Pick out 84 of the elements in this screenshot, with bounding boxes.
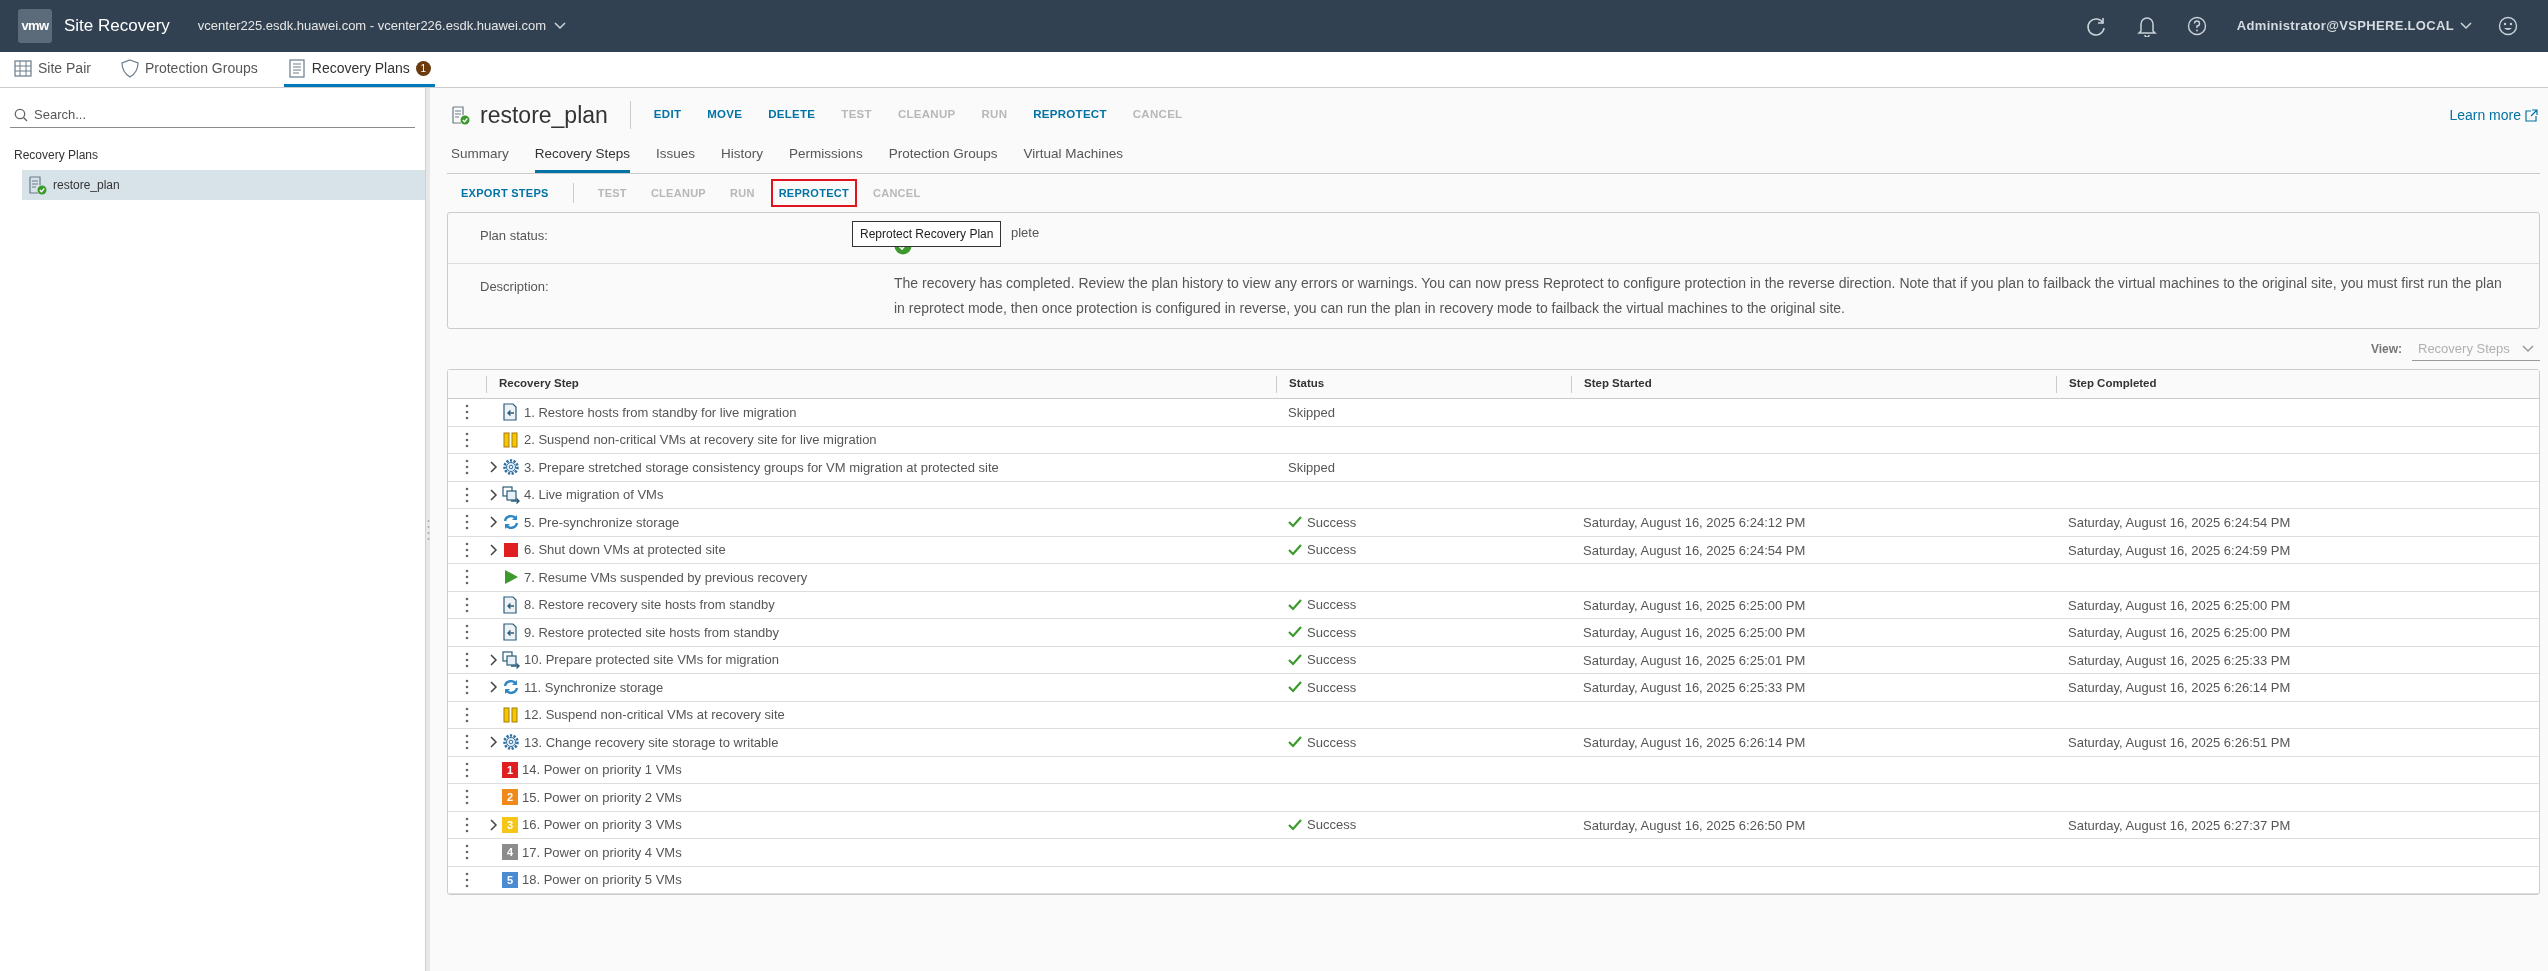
step-name: 11. Synchronize storage [524,678,664,697]
step-name: 4. Live migration of VMs [524,486,664,504]
priority-badge: 1 [502,761,518,778]
table-cell: Saturday, August 16, 2025 6:27:37 PM [2068,817,2291,833]
nav-tab[interactable]: Protection Groups [116,53,262,87]
tooltip: Reprotect Recovery Plan [852,221,1002,247]
step-name: 2. Suspend non-critical VMs at recovery site for live migration [524,431,877,449]
sub-tab[interactable]: Permissions [789,143,863,173]
status-text: Success [1307,678,1357,697]
step-name: 16. Power on priority 3 VMs [522,816,682,834]
count-badge: 1 [415,61,431,76]
tree-item[interactable]: restore_plan [22,170,425,200]
sub-tab[interactable]: Recovery Steps [534,143,631,173]
table-cell: Saturday, August 16, 2025 6:25:33 PM [2068,652,2291,668]
status-text: Success [1307,541,1357,559]
step-name: 13. Change recovery site storage to writable [524,733,779,752]
step-name: 6. Shut down VMs at protected site [524,541,726,559]
status-text: Skipped [1288,458,1335,477]
step-name: 18. Power on priority 5 VMs [522,871,682,889]
priority-badge: 5 [502,871,518,888]
status-text: Success [1307,651,1357,669]
sub-tab[interactable]: Summary [451,143,509,173]
status-text: Success [1307,623,1357,642]
step-name: 8. Restore recovery site hosts from standby [524,596,775,614]
table-cell: Saturday, August 16, 2025 6:26:50 PM [1583,817,1806,833]
action-button[interactable]: REPROTECT [1020,106,1120,124]
table-cell: Saturday, August 16, 2025 6:24:54 PM [1583,542,1806,558]
status-text: Success [1307,596,1357,614]
step-name: 5. Pre-synchronize storage [524,513,680,532]
table-cell: Saturday, August 16, 2025 6:24:54 PM [2068,515,2291,531]
step-name: 7. Resume VMs suspended by previous recovery [524,568,808,587]
action-button[interactable]: MOVE [694,106,756,124]
table-cell: Saturday, August 16, 2025 6:25:00 PM [2068,625,2291,641]
table-cell: Saturday, August 16, 2025 6:25:33 PM [1583,680,1806,696]
table-cell: Saturday, August 16, 2025 6:25:00 PM [1583,625,1806,641]
table-cell: Saturday, August 16, 2025 6:25:00 PM [2068,597,2291,613]
column-header[interactable]: Step Completed [2056,375,2539,393]
toolbar-button[interactable]: EXPORT STEPS [453,179,557,207]
sub-tab[interactable]: Protection Groups [888,143,998,173]
toolbar-button[interactable]: REPROTECT [770,179,857,207]
table-cell: Saturday, August 16, 2025 6:24:59 PM [2068,542,2291,558]
priority-badge: 3 [502,816,518,833]
priority-badge: 2 [502,789,518,806]
section-label: Recovery Plans [14,147,100,164]
search-field[interactable]: Search... [10,102,415,128]
step-name: 14. Power on priority 1 VMs [522,761,682,779]
status-text: Success [1307,816,1357,834]
action-button[interactable]: EDIT [640,106,695,124]
sub-tab[interactable]: History [721,143,764,173]
app-title: Site Recovery [64,15,170,38]
action-button[interactable]: DELETE [755,106,829,124]
table-cell: Saturday, August 16, 2025 6:26:51 PM [2068,735,2291,751]
step-name: 17. Power on priority 4 VMs [522,843,682,862]
table-cell: Saturday, August 16, 2025 6:25:01 PM [1583,652,1806,668]
user-menu[interactable]: Administrator@VSPHERE.LOCAL [2236,16,2472,36]
step-name: 15. Power on priority 2 VMs [522,788,682,807]
view-label: View: [2370,341,2402,358]
column-header[interactable]: Status [1276,375,1571,393]
logo: vmw [18,9,52,43]
step-name: 3. Prepare stretched storage consistency groups for VM migration at protected site [524,458,999,477]
learn-more-link[interactable]: Learn more [2449,104,2538,126]
table-cell: Saturday, August 16, 2025 6:26:14 PM [2068,680,2291,696]
field-label: Plan status: [480,228,548,243]
priority-badge: 4 [502,844,518,861]
step-name: 1. Restore hosts from standby for live migration [524,403,797,422]
table-cell: Saturday, August 16, 2025 6:24:12 PM [1583,515,1806,531]
site-pair-dropdown[interactable]: vcenter225.esdk.huawei.com - vcenter226.esdk.huawei.com [197,16,567,36]
column-header[interactable]: Recovery Step [486,375,1276,393]
nav-tab[interactable]: Site Pair [10,53,95,87]
step-name: 9. Restore protected site hosts from standby [524,623,780,642]
column-header[interactable]: Step Started [1571,375,2056,393]
status-text: Success [1307,513,1357,532]
sub-tab[interactable]: Issues [656,143,696,173]
status-text: Skipped [1288,403,1335,422]
step-name: 12. Suspend non-critical VMs at recovery site [524,706,785,724]
sub-tab[interactable]: Virtual Machines [1023,143,1123,173]
status-text: Success [1307,733,1357,752]
plan-title: restore_plan [480,100,608,130]
table-cell: Saturday, August 16, 2025 6:26:14 PM [1583,735,1806,751]
table-cell: Saturday, August 16, 2025 6:25:00 PM [1583,597,1806,613]
description-text: The recovery has completed. Review the plan history to view any errors or warnings. You can now press Reprotect to configure protection in the reverse direction. Note that if you plan to failback the virtual machines to the original site, you must first run the plan in reprotect mode, then once protection is configured in reverse, you can run the plan in recovery mode to failback the virtual machines to the original site. [894,274,2503,318]
field-label: Description: [480,279,549,294]
step-name: 10. Prepare protected site VMs for migration [524,651,780,669]
status-text: plete [1011,224,1040,242]
